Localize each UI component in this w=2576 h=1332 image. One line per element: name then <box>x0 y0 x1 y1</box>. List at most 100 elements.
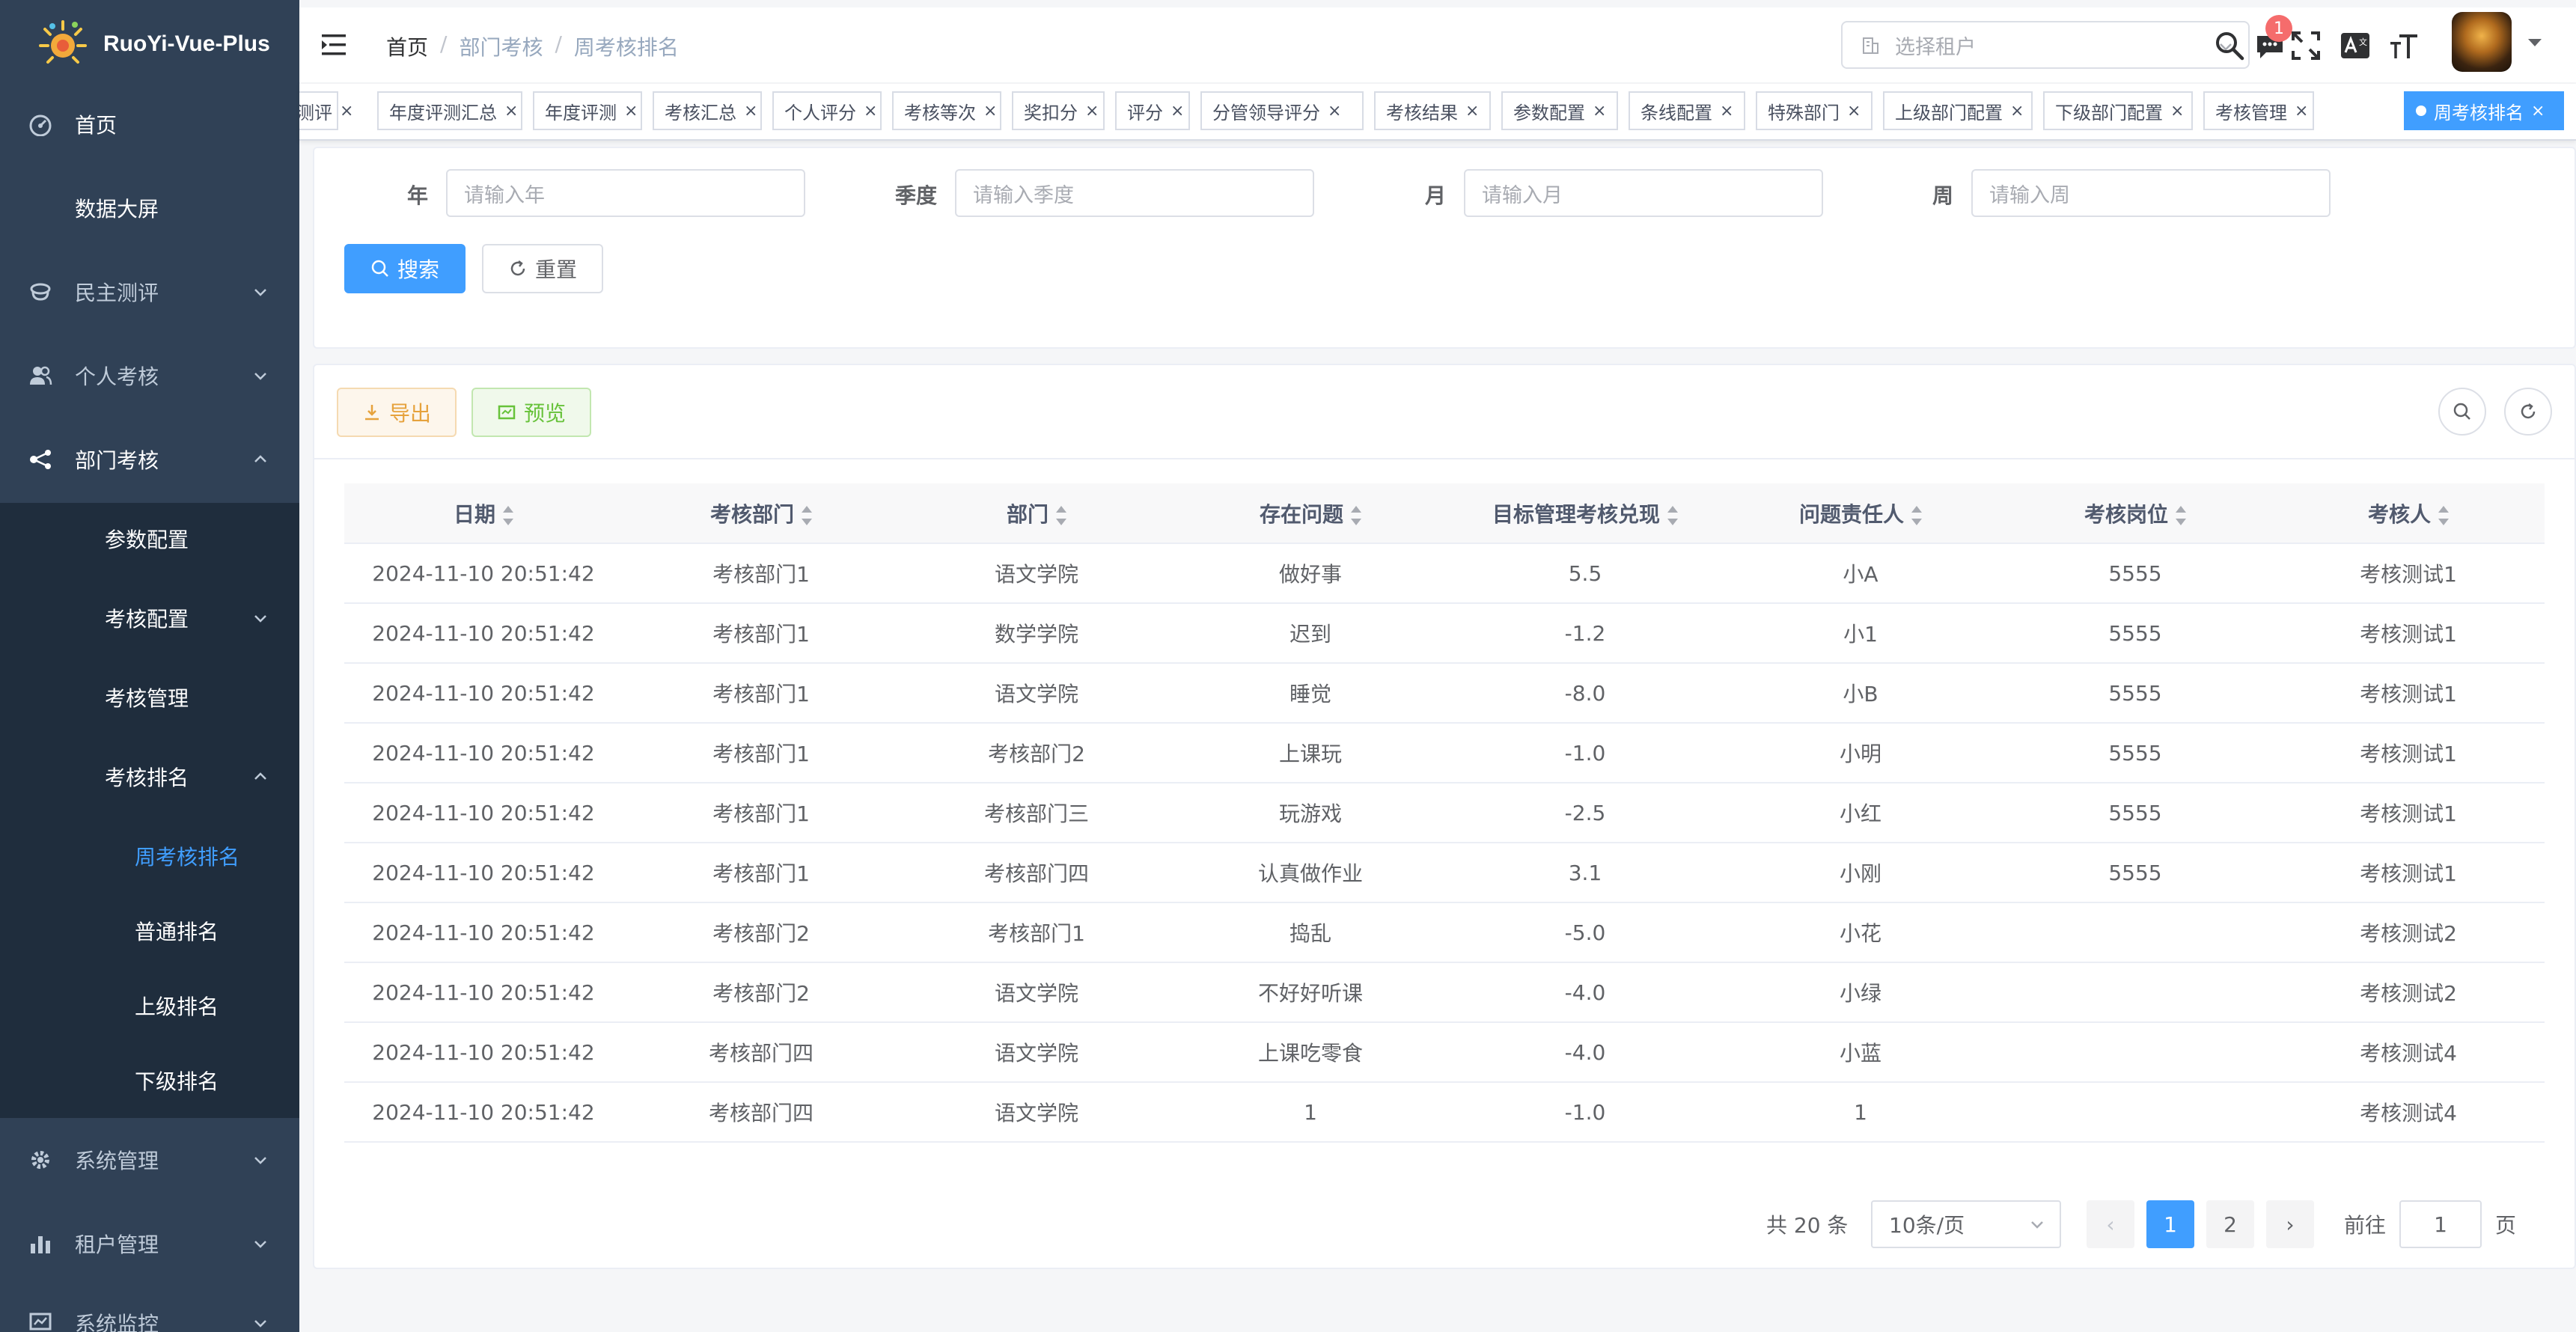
column-eval-dept[interactable]: 考核部门 <box>623 483 900 544</box>
tag-item[interactable]: 年度评测 × <box>533 91 642 130</box>
tag-item[interactable]: 考核等次 × <box>892 91 1001 130</box>
tag-item[interactable]: 条线配置 × <box>1629 91 1745 130</box>
search-icon[interactable] <box>2214 30 2245 61</box>
table-row[interactable]: 2024-11-10 20:51:42 考核部门1 考核部门四 认真做作业 3.1 小刚 5… <box>344 843 2545 903</box>
preview-button[interactable]: 预览 <box>471 388 591 437</box>
sidebar-item-param-config[interactable]: 参数配置 <box>0 516 299 561</box>
page-size-select[interactable]: 10条/页 <box>1871 1200 2061 1248</box>
goto-page-input[interactable]: 1 <box>2399 1200 2482 1248</box>
tenant-select[interactable]: 选择租户 <box>1841 21 2250 69</box>
sort-icon[interactable] <box>1667 505 1678 525</box>
tag-item[interactable]: 个人评分 × <box>772 91 882 130</box>
sidebar-item-home[interactable]: 首页 <box>0 102 299 147</box>
close-icon[interactable]: × <box>1085 102 1099 120</box>
tag-item-active[interactable]: 周考核排名 × <box>2404 91 2564 130</box>
sort-icon[interactable] <box>2438 505 2449 525</box>
year-input[interactable]: 请输入年 <box>446 169 805 217</box>
sidebar-item-democratic-eval[interactable]: 民主测评 <box>0 269 299 314</box>
week-input[interactable]: 请输入周 <box>1971 169 2331 217</box>
column-post[interactable]: 考核岗位 <box>1998 483 2272 544</box>
prev-page-button[interactable]: ‹ <box>2087 1200 2134 1248</box>
export-button[interactable]: 导出 <box>337 388 457 437</box>
table-row[interactable]: 2024-11-10 20:51:42 考核部门2 考核部门1 捣乱 -5.0 小花 考核测… <box>344 902 2545 963</box>
month-input[interactable]: 请输入月 <box>1464 169 1823 217</box>
sidebar-item-eval-config[interactable]: 考核配置 <box>0 596 299 641</box>
fullscreen-icon[interactable] <box>2290 30 2322 61</box>
sort-icon[interactable] <box>2176 505 2186 525</box>
tag-item[interactable]: 下级部门配置 × <box>2043 91 2193 130</box>
sidebar-item-eval-manage[interactable]: 考核管理 <box>0 675 299 720</box>
sidebar-item-eval-ranking[interactable]: 考核排名 <box>0 754 299 799</box>
sort-icon[interactable] <box>1351 505 1361 525</box>
tag-item[interactable]: 测评 × <box>299 91 353 130</box>
table-row[interactable]: 2024-11-10 20:51:42 考核部门1 语文学院 睡觉 -8.0 小B 5555… <box>344 663 2545 724</box>
table-row[interactable]: 2024-11-10 20:51:42 考核部门1 考核部门三 玩游戏 -2.5 小红 55… <box>344 783 2545 843</box>
tag-item[interactable]: 考核汇总 × <box>653 91 762 130</box>
sidebar-logo[interactable]: RuoYi-Vue-Plus <box>0 0 299 88</box>
close-icon[interactable]: × <box>1593 102 1606 120</box>
refresh-button[interactable] <box>2504 388 2552 436</box>
close-icon[interactable]: × <box>1847 102 1861 120</box>
language-icon[interactable]: 文 <box>2340 30 2371 61</box>
tag-item[interactable]: 评分 × <box>1115 91 1190 130</box>
table-row[interactable]: 2024-11-10 20:51:42 考核部门1 数学学院 迟到 -1.2 小1 5555… <box>344 603 2545 664</box>
tag-item[interactable]: 年度评测汇总 × <box>377 91 522 130</box>
tag-item[interactable]: 考核管理 × <box>2203 91 2314 130</box>
font-size-icon[interactable] <box>2389 30 2420 61</box>
close-icon[interactable]: × <box>744 102 757 120</box>
sort-icon[interactable] <box>802 505 812 525</box>
close-icon[interactable]: × <box>1465 102 1479 120</box>
column-issue[interactable]: 存在问题 <box>1173 483 1447 544</box>
quarter-input[interactable]: 请输入季度 <box>955 169 1314 217</box>
tag-item[interactable]: 上级部门配置 × <box>1883 91 2033 130</box>
tag-item[interactable]: 考核结果 × <box>1374 91 1491 130</box>
close-icon[interactable]: × <box>1720 102 1733 120</box>
column-target-score[interactable]: 目标管理考核兑现 <box>1447 483 1723 544</box>
next-page-button[interactable]: › <box>2266 1200 2314 1248</box>
close-icon[interactable]: × <box>2010 102 2024 120</box>
column-dept[interactable]: 部门 <box>900 483 1173 544</box>
close-icon[interactable]: × <box>983 102 997 120</box>
tag-item[interactable]: 奖扣分 × <box>1012 91 1105 130</box>
close-icon[interactable]: × <box>2531 102 2545 120</box>
column-date[interactable]: 日期 <box>344 483 623 544</box>
table-row[interactable]: 2024-11-10 20:51:42 考核部门1 语文学院 做好事 5.5 小A 5555… <box>344 543 2545 604</box>
sidebar-item-dept-eval[interactable]: 部门考核 <box>0 437 299 482</box>
sidebar-item-subordinate-ranking[interactable]: 下级排名 <box>0 1058 299 1103</box>
toggle-search-button[interactable] <box>2438 388 2486 436</box>
page-2-button[interactable]: 2 <box>2206 1200 2254 1248</box>
sidebar-item-normal-ranking[interactable]: 普通排名 <box>0 908 299 953</box>
table-row[interactable]: 2024-11-10 20:51:42 考核部门四 语文学院 1 -1.0 1 考核测试4 <box>344 1082 2545 1143</box>
close-icon[interactable]: × <box>1328 102 1341 120</box>
reset-button[interactable]: 重置 <box>482 244 603 293</box>
tag-item[interactable]: 分管领导评分 × <box>1200 91 1364 130</box>
sidebar-item-system-monitor[interactable]: 系统监控 <box>0 1301 299 1332</box>
close-icon[interactable]: × <box>624 102 638 120</box>
table-row[interactable]: 2024-11-10 20:51:42 考核部门1 考核部门2 上课玩 -1.0 小明 55… <box>344 723 2545 783</box>
sort-icon[interactable] <box>1056 505 1066 525</box>
sidebar-item-personal-eval[interactable]: 个人考核 <box>0 353 299 398</box>
close-icon[interactable]: × <box>864 102 877 120</box>
sidebar-item-system-manage[interactable]: 系统管理 <box>0 1137 299 1182</box>
table-row[interactable]: 2024-11-10 20:51:42 考核部门2 语文学院 不好好听课 -4.0 小绿 考… <box>344 962 2545 1023</box>
close-icon[interactable]: × <box>1171 102 1184 120</box>
column-responsible[interactable]: 问题责任人 <box>1723 483 1998 544</box>
sidebar-item-weekly-ranking[interactable]: 周考核排名 <box>0 834 299 879</box>
hamburger-icon[interactable] <box>322 33 349 57</box>
page-1-button[interactable]: 1 <box>2146 1200 2194 1248</box>
sidebar-item-data-screen[interactable]: 数据大屏 <box>0 186 299 230</box>
table-row[interactable]: 2024-11-10 20:51:42 考核部门四 语文学院 上课吃零食 -4.0 小蓝 考… <box>344 1022 2545 1083</box>
column-evaluator[interactable]: 考核人 <box>2272 483 2545 544</box>
close-icon[interactable]: × <box>340 102 353 120</box>
caret-down-icon[interactable] <box>2528 39 2542 46</box>
sidebar-item-tenant-manage[interactable]: 租户管理 <box>0 1221 299 1266</box>
sidebar-item-superior-ranking[interactable]: 上级排名 <box>0 983 299 1028</box>
sort-icon[interactable] <box>1911 505 1922 525</box>
close-icon[interactable]: × <box>2295 102 2308 120</box>
close-icon[interactable]: × <box>504 102 518 120</box>
close-icon[interactable]: × <box>2170 102 2184 120</box>
avatar[interactable] <box>2452 12 2512 72</box>
tag-item[interactable]: 特殊部门 × <box>1756 91 1873 130</box>
tag-item[interactable]: 参数配置 × <box>1501 91 1618 130</box>
sort-icon[interactable] <box>503 505 513 525</box>
